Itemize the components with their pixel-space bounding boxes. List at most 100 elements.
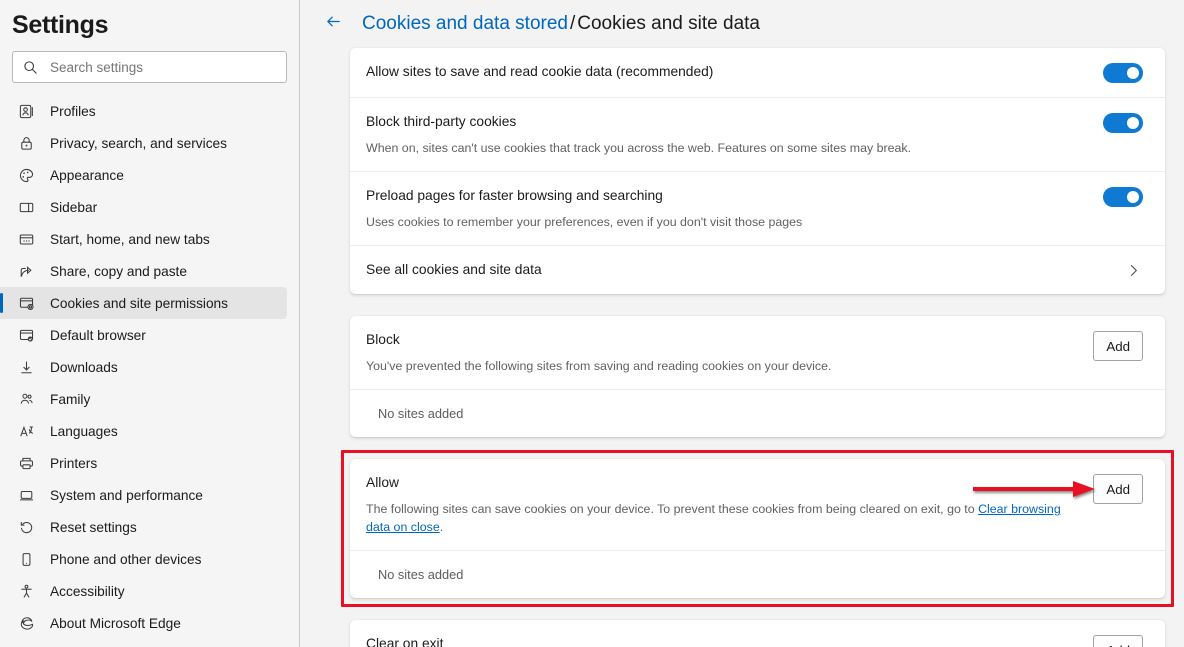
toggle-knob <box>1127 117 1139 129</box>
sidebar-item-reset-settings[interactable]: Reset settings <box>0 511 287 543</box>
allow-sites-save-read-toggle[interactable] <box>1103 63 1143 83</box>
default-browser-icon <box>16 325 36 345</box>
sidebar-item-label: Appearance <box>50 167 124 183</box>
sidebar-item-languages[interactable]: Languages <box>0 415 287 447</box>
back-arrow-icon <box>324 12 343 36</box>
sidebar-item-label: Printers <box>50 455 98 471</box>
setting-title: Allow sites to save and read cookie data… <box>366 64 714 79</box>
setting-title: Preload pages for faster browsing and se… <box>366 188 663 203</box>
search-box[interactable] <box>12 51 287 83</box>
sidebar-item-label: Start, home, and new tabs <box>50 231 210 247</box>
allow-desc-text-after: . <box>439 520 444 534</box>
block-section-title: Block <box>366 332 400 347</box>
allow-section-description: The following sites can save cookies on … <box>366 500 1073 536</box>
breadcrumb: Cookies and data stored / Cookies and site… <box>362 12 760 36</box>
allow-empty-state: No sites added <box>350 550 1165 598</box>
block-section-header: Block You've prevented the following sit… <box>350 316 1165 389</box>
content-header: Cookies and data stored / Cookies and site… <box>300 0 1168 48</box>
toggle-knob <box>1127 191 1139 203</box>
share-icon <box>16 261 36 281</box>
sidebar-item-label: Share, copy and paste <box>50 263 187 279</box>
chevron-right-icon <box>1126 263 1141 278</box>
sidebar-item-label: Sidebar <box>50 199 98 215</box>
sidebar: Settings Profiles <box>0 0 300 647</box>
sidebar-item-label: Family <box>50 391 91 407</box>
sidebar-item-label: Accessibility <box>50 583 125 599</box>
sidebar-nav: Profiles Privacy, search, and services A… <box>0 95 299 639</box>
block-empty-state: No sites added <box>350 389 1165 437</box>
sidebar-item-label: Phone and other devices <box>50 551 202 567</box>
clear-on-exit-add-button[interactable]: Add <box>1093 635 1143 647</box>
block-section-card: Block You've prevented the following sit… <box>350 316 1165 437</box>
breadcrumb-current: Cookies and site data <box>577 13 760 34</box>
setting-row-preload-pages: Preload pages for faster browsing and se… <box>350 171 1165 245</box>
cookie-settings-card: Allow sites to save and read cookie data… <box>350 48 1165 294</box>
sidebar-item-label: Profiles <box>50 103 96 119</box>
setting-description: When on, sites can't use cookies that tr… <box>366 141 912 155</box>
main-content: Cookies and data stored / Cookies and site… <box>300 0 1184 647</box>
sidebar-item-phone-and-other-devices[interactable]: Phone and other devices <box>0 543 287 575</box>
sidebar-item-family[interactable]: Family <box>0 383 287 415</box>
breadcrumb-parent-link[interactable]: Cookies and data stored <box>362 13 568 34</box>
sidebar-item-label: System and performance <box>50 487 203 503</box>
sidebar-item-share-copy-paste[interactable]: Share, copy and paste <box>0 255 287 287</box>
setting-title: See all cookies and site data <box>366 262 542 277</box>
sidebar-item-printers[interactable]: Printers <box>0 447 287 479</box>
sidebar-item-sidebar[interactable]: Sidebar <box>0 191 287 223</box>
sidebar-item-label: Default browser <box>50 327 146 343</box>
allow-section-title: Allow <box>366 475 399 490</box>
block-third-party-cookies-toggle[interactable] <box>1103 113 1143 133</box>
allow-add-button[interactable]: Add <box>1093 474 1143 504</box>
settings-page: Settings Profiles <box>0 0 1184 647</box>
setting-row-allow-sites-save-read: Allow sites to save and read cookie data… <box>350 48 1165 97</box>
clear-on-exit-section-header: Clear on exit Add <box>350 620 1165 647</box>
sidebar-item-label: Downloads <box>50 359 118 375</box>
sidebar-item-label: Privacy, search, and services <box>50 135 227 151</box>
sidebar-item-downloads[interactable]: Downloads <box>0 351 287 383</box>
setting-row-block-third-party-cookies: Block third-party cookies When on, sites… <box>350 97 1165 171</box>
setting-description: Uses cookies to remember your preference… <box>366 215 803 229</box>
sidebar-item-accessibility[interactable]: Accessibility <box>0 575 287 607</box>
sidebar-item-start-home-newtabs[interactable]: Start, home, and new tabs <box>0 223 287 255</box>
toggle-knob <box>1127 67 1139 79</box>
sidebar-item-about-microsoft-edge[interactable]: About Microsoft Edge <box>0 607 287 639</box>
phone-icon <box>16 549 36 569</box>
clear-on-exit-section-title: Clear on exit <box>366 636 444 647</box>
accessibility-person-icon <box>16 581 36 601</box>
block-section-description: You've prevented the following sites fro… <box>366 359 832 373</box>
printer-icon <box>16 453 36 473</box>
language-letter-icon <box>16 421 36 441</box>
reset-arrow-icon <box>16 517 36 537</box>
see-all-cookies-and-site-data-row[interactable]: See all cookies and site data <box>350 245 1165 294</box>
download-arrow-icon <box>16 357 36 377</box>
sidebar-item-profiles[interactable]: Profiles <box>0 95 287 127</box>
block-add-button[interactable]: Add <box>1093 331 1143 361</box>
lock-icon <box>16 133 36 153</box>
allow-section-card: Allow The following sites can save cooki… <box>350 459 1165 598</box>
sidebar-panel-icon <box>16 197 36 217</box>
search-input[interactable] <box>50 59 250 75</box>
edge-logo-icon <box>16 613 36 633</box>
cookie-permissions-icon <box>16 293 36 313</box>
sidebar-item-default-browser[interactable]: Default browser <box>0 319 287 351</box>
settings-sections: Allow sites to save and read cookie data… <box>300 48 1168 647</box>
sidebar-item-system-and-performance[interactable]: System and performance <box>0 479 287 511</box>
page-title: Settings <box>12 11 109 39</box>
sidebar-item-privacy[interactable]: Privacy, search, and services <box>0 127 287 159</box>
sidebar-item-label: Reset settings <box>50 519 137 535</box>
breadcrumb-separator: / <box>569 13 576 34</box>
allow-section-header: Allow The following sites can save cooki… <box>350 459 1165 550</box>
sidebar-item-cookies-and-site-permissions[interactable]: Cookies and site permissions <box>0 287 287 319</box>
back-button[interactable] <box>318 9 348 39</box>
family-people-icon <box>16 389 36 409</box>
search-icon <box>23 60 38 75</box>
sidebar-item-label: Languages <box>50 423 118 439</box>
preload-pages-toggle[interactable] <box>1103 187 1143 207</box>
browser-window-icon <box>16 229 36 249</box>
allow-desc-text-before: The following sites can save cookies on … <box>366 502 979 516</box>
sidebar-item-label: About Microsoft Edge <box>50 615 181 631</box>
palette-icon <box>16 165 36 185</box>
sidebar-item-appearance[interactable]: Appearance <box>0 159 287 191</box>
profile-card-icon <box>16 101 36 121</box>
sidebar-item-label: Cookies and site permissions <box>50 295 229 311</box>
